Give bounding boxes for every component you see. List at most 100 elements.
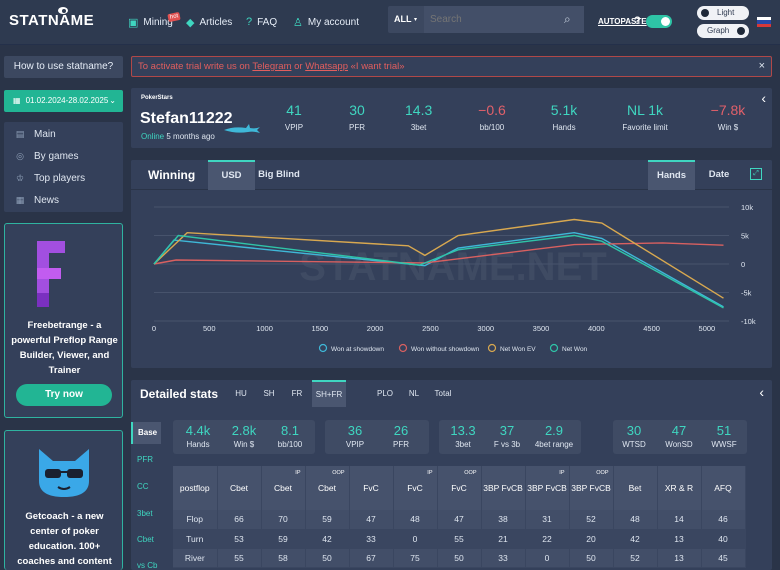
detailed-stats: Detailed stats HU SH FR SH+FR PLO NL Tot… (131, 380, 772, 570)
graph-toggle[interactable]: Graph (697, 24, 749, 38)
sidebar-item-main[interactable]: ▤ Main (14, 129, 56, 140)
column-header[interactable]: FvC (349, 466, 394, 510)
light-theme-toggle[interactable]: Light (697, 6, 749, 20)
nav-mining[interactable]: ▣ Mining (128, 16, 173, 29)
column-header[interactable]: XR & R (657, 466, 702, 510)
table-row: Turn 53 59 42 33 0 55 21 22 20 42 13 40 (173, 529, 746, 549)
column-header-label: FvC (451, 483, 467, 493)
autopaste-help-icon[interactable]: ? (634, 15, 641, 27)
nav-faq[interactable]: ? FAQ (246, 16, 277, 28)
side-tab-base[interactable]: Base (131, 422, 161, 444)
nav-articles[interactable]: ◆ Articles (186, 16, 232, 29)
whatsapp-link[interactable]: Whatsapp (305, 61, 348, 72)
stat-label: VPIP (284, 123, 304, 132)
stat-value: 47 (671, 423, 687, 438)
try-now-button[interactable]: Try now (16, 384, 112, 406)
how-to-use-button[interactable]: How to use statname? (4, 56, 123, 78)
column-header[interactable]: Cbet OOP (305, 466, 350, 510)
expand-icon[interactable]: ⤢ (750, 168, 762, 180)
nav-my-account[interactable]: ♙ My account (293, 16, 359, 29)
language-flag-icon[interactable] (757, 17, 771, 27)
tab-fr[interactable]: FR (287, 380, 307, 407)
column-header[interactable]: 3BP FvCB IP (525, 466, 570, 510)
player-name: Stefan11222 (140, 110, 233, 127)
column-header[interactable]: postflop (173, 466, 218, 510)
stat-label: VPIP (345, 440, 365, 449)
tab-hands[interactable]: Hands (648, 160, 695, 190)
search-input[interactable] (424, 6, 584, 33)
column-header[interactable]: FvC OOP (437, 466, 482, 510)
legend-item[interactable]: Net Won (549, 343, 588, 354)
stat-vpip: 41 VPIP (281, 102, 307, 132)
column-header-qualifier: IP (559, 470, 565, 476)
autopaste-toggle[interactable] (646, 15, 672, 28)
table-cell: 58 (261, 548, 306, 568)
stat-value: 13.3 (450, 423, 476, 438)
column-header[interactable]: 3BP FvCB (481, 466, 526, 510)
side-tab-cbet[interactable]: Cbet (131, 535, 154, 544)
stat-3bet: 14.3 3bet (405, 102, 432, 132)
tab-hu[interactable]: HU (231, 380, 251, 407)
tab-usd[interactable]: USD (208, 160, 255, 190)
column-header-label: Cbet (274, 483, 292, 493)
side-tab-3bet[interactable]: 3bet (131, 509, 153, 518)
sidebar-item-news[interactable]: ▦ News (14, 195, 59, 206)
winning-chart: STATNAME.NET 0 500 1000 1500 2000 2500 3000 350… (152, 203, 756, 354)
stat-win: −7.8k Win $ (709, 102, 747, 132)
sidebar-item-top-players[interactable]: ♔ Top players (14, 173, 85, 184)
legend-item[interactable]: Net Won EV (487, 343, 537, 354)
column-header[interactable]: AFQ (701, 466, 746, 510)
tab-sh[interactable]: SH (259, 380, 279, 407)
legend-item[interactable]: Won without showdown (398, 343, 480, 354)
getcoach-promo[interactable]: Getcoach - a new center of poker educati… (4, 430, 123, 570)
shark-icon (224, 124, 260, 133)
search-box: ALL ▾ ⌕ (388, 6, 584, 33)
telegram-link[interactable]: Telegram (252, 61, 291, 72)
stat-group-preflop: 36 VPIP 26 PFR (325, 420, 429, 454)
column-header-label: 3BP FvCB (527, 483, 567, 493)
notice-text: To activate trial write us on (138, 61, 253, 72)
column-header-label: 3BP FvCB (571, 483, 611, 493)
x-tick-label: 3000 (477, 324, 494, 333)
stat-label: Hands (552, 123, 576, 132)
table-cell: 48 (393, 510, 438, 530)
table-cell: 40 (701, 529, 746, 549)
stat-label: WWSF (711, 440, 737, 449)
tab-big-blind[interactable]: Big Blind (255, 160, 303, 190)
chevron-left-icon[interactable]: ‹ (759, 384, 764, 400)
date-range-text: 01.02.2024-28.02.2025 (25, 96, 109, 105)
stat-value: 30 (349, 102, 365, 118)
table-cell: 20 (569, 529, 614, 549)
search-icon[interactable]: ⌕ (564, 12, 571, 27)
tab-date[interactable]: Date (699, 160, 739, 190)
side-tab-pfr[interactable]: PFR (131, 455, 153, 464)
freebetrange-promo[interactable]: Freebetrange - a powerful Preflop Range … (4, 223, 123, 418)
column-header[interactable]: Cbet IP (261, 466, 306, 510)
chevron-left-icon[interactable]: ‹ (761, 90, 766, 106)
legend-item[interactable]: Won at showdown (318, 343, 385, 354)
column-header[interactable]: Cbet (217, 466, 262, 510)
hot-badge: hot (167, 11, 182, 23)
column-header[interactable]: Bet (613, 466, 658, 510)
stat-value: 14.3 (405, 102, 433, 118)
logo[interactable]: STATNAME (9, 6, 94, 29)
close-icon[interactable]: × (759, 57, 765, 76)
table-row: Flop 66 70 59 47 48 47 38 31 52 48 14 46 (173, 510, 746, 530)
tab-plo[interactable]: PLO (374, 380, 396, 407)
tab-total[interactable]: Total (431, 380, 455, 407)
table-body: Flop 66 70 59 47 48 47 38 31 52 48 14 46 Turn 53 59 42 33… (173, 510, 746, 568)
sidebar-item-by-games[interactable]: ◎ By games (14, 151, 78, 162)
date-range-picker[interactable]: ▦ 01.02.2024-28.02.2025 ⌄ (4, 90, 123, 112)
tab-sh-fr[interactable]: SH+FR (312, 380, 346, 407)
side-tab-cc[interactable]: CC (131, 482, 149, 491)
column-header[interactable]: FvC IP (393, 466, 438, 510)
postflop-table: postflop Cbet Cbet IP Cbet OOP FvC FvC IP FvC OOP 3… (173, 466, 746, 568)
stat-pfr: 30 PFR (343, 102, 371, 132)
tab-nl[interactable]: NL (404, 380, 424, 407)
table-cell: 14 (657, 510, 702, 530)
last-seen: 5 months ago (166, 132, 215, 141)
side-tab-vs-cb[interactable]: vs Cb (131, 561, 157, 570)
search-scope-select[interactable]: ALL (394, 14, 412, 24)
stat-value: 37 (499, 423, 515, 438)
column-header[interactable]: 3BP FvCB OOP (569, 466, 614, 510)
